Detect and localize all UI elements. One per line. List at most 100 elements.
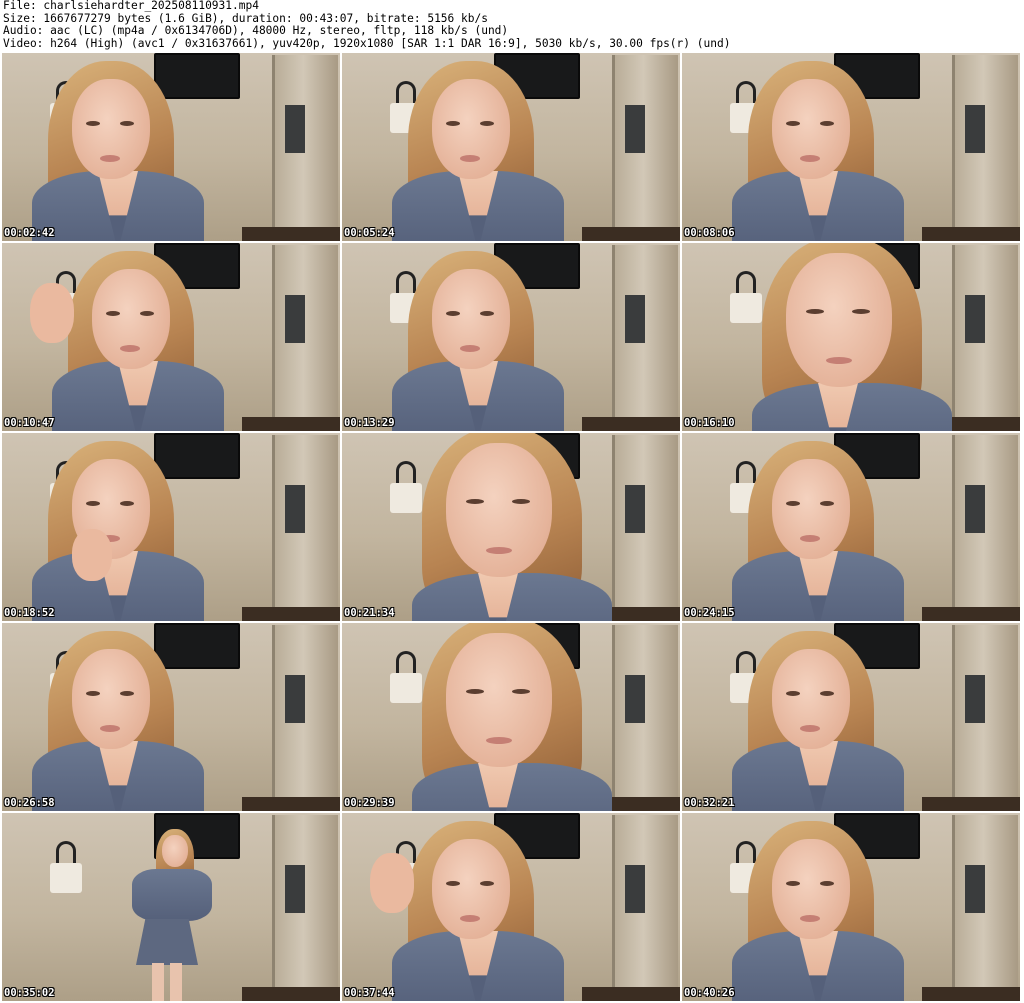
person-face [446, 443, 552, 577]
person-face [72, 649, 150, 749]
thumbnail-timestamp: 00:29:39 [344, 797, 395, 809]
person-blazer [32, 741, 204, 811]
thumbnail-timestamp: 00:16:10 [684, 417, 735, 429]
wardrobe-door [612, 55, 678, 241]
floor [922, 607, 1020, 621]
person-face [72, 79, 150, 179]
thumbnail-timestamp: 00:08:06 [684, 227, 735, 239]
thumbnail-timestamp: 00:21:34 [344, 607, 395, 619]
video-thumbnail: 00:32:21 [682, 623, 1020, 811]
person-face [772, 459, 850, 559]
person-face [162, 835, 188, 867]
person-blazer [392, 361, 564, 431]
video-thumbnail: 00:35:02 [2, 813, 340, 1001]
wardrobe-door [952, 435, 1018, 621]
video-thumbnail: 00:13:29 [342, 243, 680, 431]
file-info-header: File: charlsiehardter_202508110931.mp4 S… [3, 0, 1021, 52]
wardrobe-door [612, 625, 678, 811]
person-blazer [732, 171, 904, 241]
floor [242, 417, 340, 431]
wardrobe-door [952, 815, 1018, 1001]
floor [922, 987, 1020, 1001]
wardrobe-door [272, 245, 338, 431]
wardrobe-door [272, 55, 338, 241]
person-blazer [52, 361, 224, 431]
wardrobe-door [612, 815, 678, 1001]
person-face [432, 79, 510, 179]
wardrobe-door [952, 625, 1018, 811]
wardrobe-door [952, 245, 1018, 431]
floor [582, 417, 680, 431]
thumbnail-timestamp: 00:02:42 [4, 227, 55, 239]
hanging-bag [390, 461, 422, 513]
person-blazer [412, 573, 612, 621]
video-thumbnail: 00:10:47 [2, 243, 340, 431]
floor [922, 797, 1020, 811]
hanging-bag [390, 651, 422, 703]
person-blazer [752, 383, 952, 431]
thumbnail-timestamp: 00:10:47 [4, 417, 55, 429]
thumbnail-timestamp: 00:32:21 [684, 797, 735, 809]
video-thumbnail: 00:02:42 [2, 53, 340, 241]
thumbnail-timestamp: 00:37:44 [344, 987, 395, 999]
hanging-bag [730, 271, 762, 323]
person-face [786, 253, 892, 387]
wardrobe-door [272, 815, 338, 1001]
tv-screen [154, 53, 240, 99]
person-blazer [32, 551, 204, 621]
video-thumbnail: 00:08:06 [682, 53, 1020, 241]
video-thumbnail: 00:16:10 [682, 243, 1020, 431]
tv-screen [154, 433, 240, 479]
person-hand [30, 283, 74, 343]
floor [242, 607, 340, 621]
thumbnail-timestamp: 00:05:24 [344, 227, 395, 239]
thumbnail-timestamp: 00:35:02 [4, 987, 55, 999]
wardrobe-door [952, 55, 1018, 241]
video-thumbnail: 00:05:24 [342, 53, 680, 241]
thumbnail-timestamp: 00:18:52 [4, 607, 55, 619]
video-thumbnail: 00:37:44 [342, 813, 680, 1001]
video-thumbnail: 00:18:52 [2, 433, 340, 621]
wardrobe-door [612, 435, 678, 621]
floor [582, 227, 680, 241]
video-thumbnail: 00:40:26 [682, 813, 1020, 1001]
person-hand [370, 853, 414, 913]
floor [242, 797, 340, 811]
wardrobe-door [272, 435, 338, 621]
person-face [772, 649, 850, 749]
person-face [446, 633, 552, 767]
floor [582, 987, 680, 1001]
person-face [92, 269, 170, 369]
file-name-line: File: charlsiehardter_202508110931.mp4 [3, 0, 259, 12]
person-legs [152, 963, 182, 1001]
tv-screen [154, 623, 240, 669]
person-skirt [136, 919, 198, 965]
thumbnail-timestamp: 00:13:29 [344, 417, 395, 429]
person-blazer [392, 931, 564, 1001]
person-face [772, 839, 850, 939]
person-blazer [392, 171, 564, 241]
file-size-line: Size: 1667677279 bytes (1.6 GiB), durati… [3, 12, 488, 25]
thumbnail-timestamp: 00:26:58 [4, 797, 55, 809]
person-blazer [732, 931, 904, 1001]
video-thumbnail: 00:21:34 [342, 433, 680, 621]
person-blazer [732, 551, 904, 621]
audio-info-line: Audio: aac (LC) (mp4a / 0x6134706D), 480… [3, 25, 509, 37]
person-blazer [32, 171, 204, 241]
wardrobe-door [612, 245, 678, 431]
wardrobe-door [272, 625, 338, 811]
floor [922, 227, 1020, 241]
person-blazer [132, 869, 212, 921]
person-face [772, 79, 850, 179]
floor [242, 227, 340, 241]
person-hand [72, 529, 112, 581]
person-face [432, 839, 510, 939]
thumbnail-grid: 00:02:42 00:05:24 00:08:06 00:10:47 00:1… [2, 53, 1022, 1003]
floor [242, 987, 340, 1001]
video-info-line: Video: h264 (High) (avc1 / 0x31637661), … [3, 37, 731, 50]
person-blazer [412, 763, 612, 811]
video-thumbnail: 00:29:39 [342, 623, 680, 811]
person-face [432, 269, 510, 369]
thumbnail-timestamp: 00:40:26 [684, 987, 735, 999]
thumbnail-timestamp: 00:24:15 [684, 607, 735, 619]
